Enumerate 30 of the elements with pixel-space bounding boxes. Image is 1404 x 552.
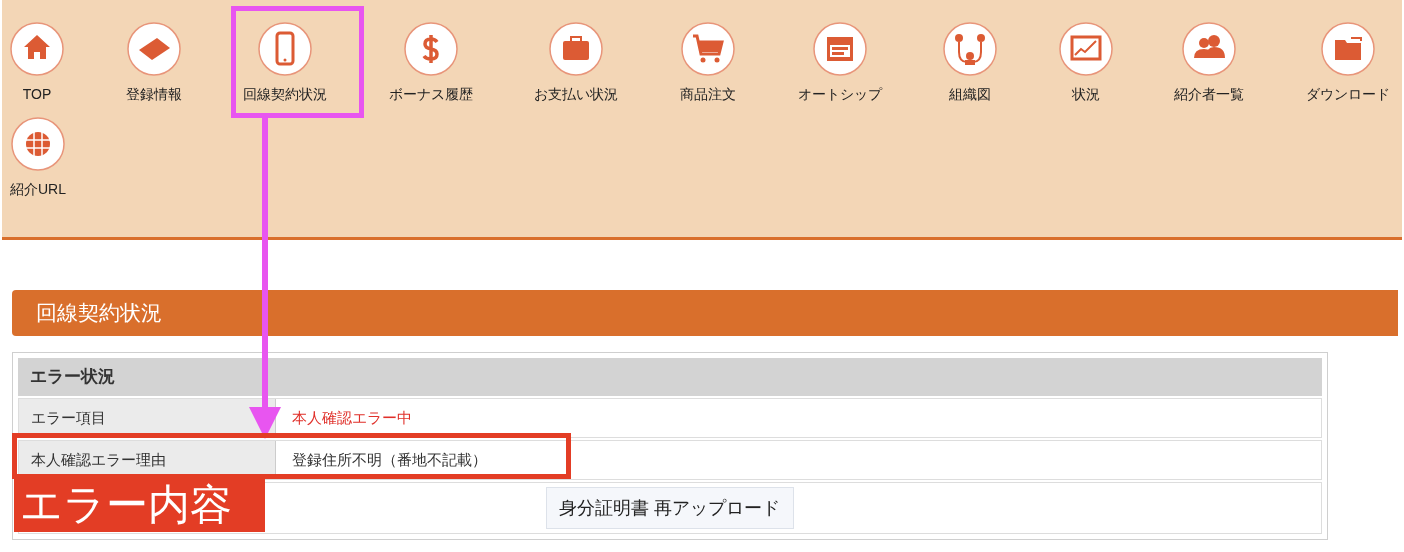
nav-link[interactable]: TOP <box>22 84 52 105</box>
nav-link[interactable]: オートシップ <box>797 84 882 105</box>
globe-icon[interactable] <box>11 117 65 171</box>
nav-link[interactable]: 回線契約状況 <box>243 84 328 105</box>
briefcase-icon[interactable] <box>549 22 604 76</box>
nav-link[interactable]: 紹介者一覧 <box>1174 84 1245 105</box>
smartphone-icon[interactable] <box>258 22 313 76</box>
nav-link[interactable]: 状況 <box>1071 84 1100 105</box>
org-chart-icon[interactable] <box>943 22 998 76</box>
dollar-icon[interactable] <box>403 22 458 76</box>
line-chart-icon[interactable] <box>1058 22 1113 76</box>
folder-icon[interactable] <box>1320 22 1375 76</box>
callout-label: エラー内容 <box>14 478 265 532</box>
reupload-button[interactable]: 身分証明書 再アップロード <box>546 487 794 529</box>
value-cell-text: 本人確認エラー中 <box>291 407 413 428</box>
nav-link[interactable]: ダウンロード <box>1305 84 1390 105</box>
home-icon[interactable] <box>10 22 64 76</box>
section-title: 回線契約状況 <box>36 300 162 327</box>
cart-icon[interactable] <box>680 22 735 76</box>
value-cell-text: 登録住所不明（番地不記載） <box>291 449 488 470</box>
nav-link[interactable]: 組織図 <box>949 84 992 105</box>
nav-link[interactable]: お支払い状況 <box>534 84 619 105</box>
users-icon[interactable] <box>1182 22 1237 76</box>
nav-link[interactable]: ボーナス履歴 <box>388 84 473 105</box>
table-heading: エラー状況 <box>30 366 115 389</box>
calendar-icon[interactable] <box>812 22 867 76</box>
nav-link[interactable]: 登録情報 <box>125 84 182 105</box>
nav-link[interactable]: 紹介URL <box>10 179 66 200</box>
nav-link[interactable]: 商品注文 <box>679 84 736 105</box>
card-icon[interactable] <box>126 22 181 76</box>
